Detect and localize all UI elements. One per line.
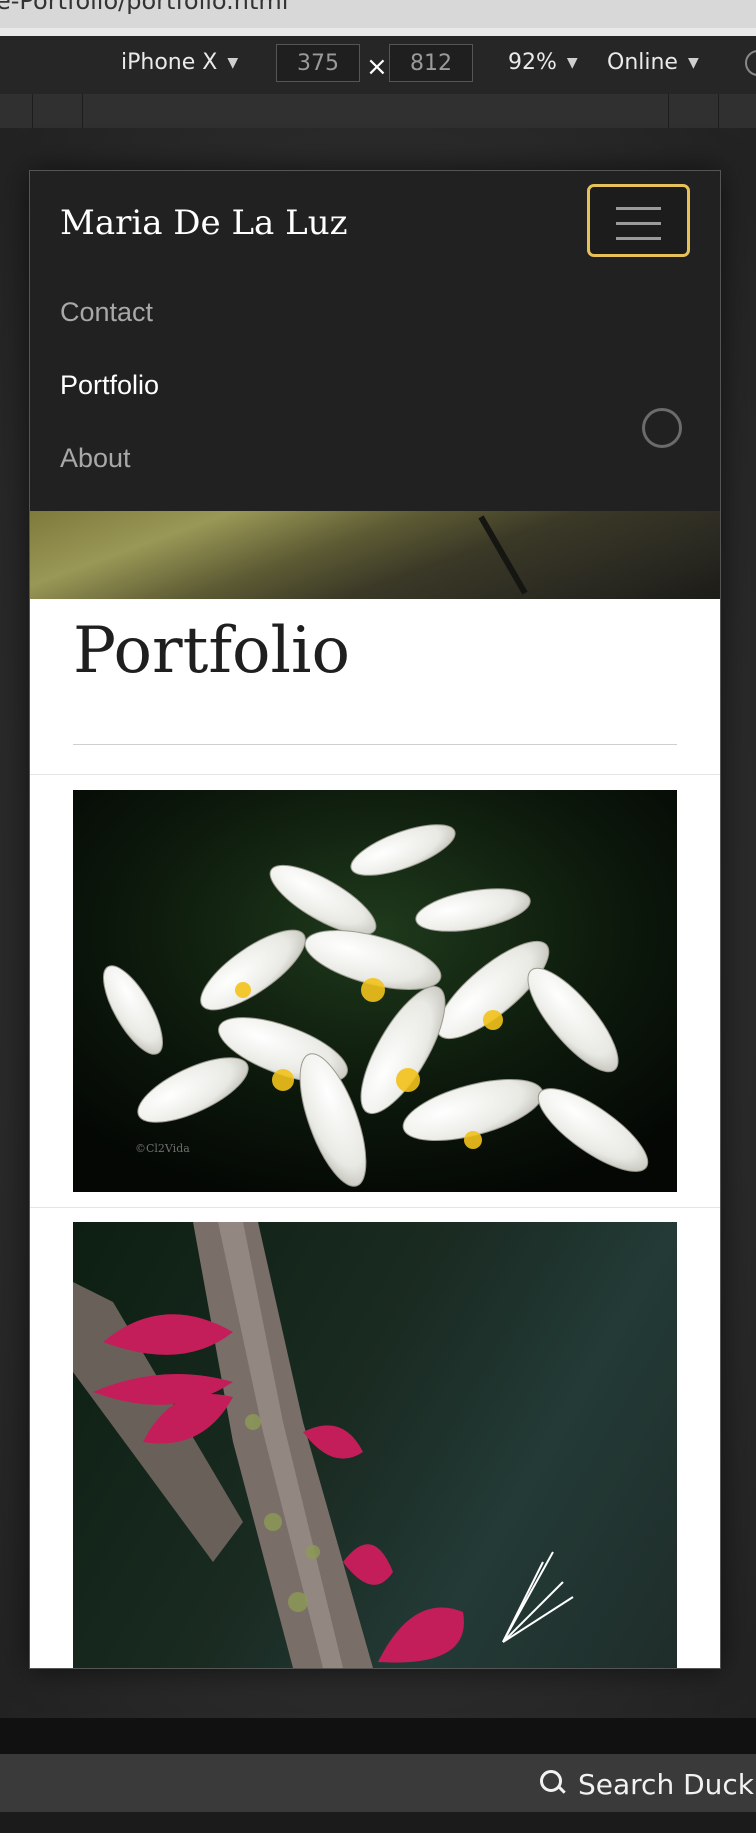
network-select-label: Online	[607, 50, 678, 75]
search-label: Search Duck	[578, 1768, 755, 1801]
url-bar-divider	[0, 28, 756, 36]
url-text: e-Portfolio/portfolio.html	[0, 0, 289, 15]
devtools-bottom-edge	[0, 1718, 756, 1754]
taskbar-strip	[0, 1812, 756, 1833]
menu-toggle-button[interactable]	[587, 184, 690, 257]
page-title: Portfolio	[73, 614, 350, 688]
chevron-down-icon: ▼	[566, 54, 578, 71]
url-bar[interactable]: e-Portfolio/portfolio.html	[0, 0, 756, 28]
media-query-ruler	[0, 94, 756, 128]
network-select[interactable]: Online ▼	[607, 50, 699, 75]
nav-link-portfolio[interactable]: Portfolio	[60, 370, 159, 401]
rotate-icon[interactable]	[745, 50, 756, 76]
viewport-width-input[interactable]: 375	[276, 44, 360, 82]
chevron-down-icon: ▼	[687, 54, 699, 71]
branch-illustration	[73, 1222, 574, 1668]
plumeria-illustration	[73, 790, 677, 1192]
dimension-separator: ×	[366, 52, 388, 82]
header-banner-image	[30, 511, 720, 599]
emulated-viewport: Maria De La Luz Contact Portfolio About …	[29, 170, 721, 1669]
nav-link-about[interactable]: About	[60, 443, 131, 474]
photo-watermark: ©Cl2Vida	[135, 1142, 190, 1155]
nav-link-contact[interactable]: Contact	[60, 297, 153, 328]
search-icon	[540, 1770, 562, 1792]
section-divider	[30, 1207, 720, 1208]
portfolio-image-branch[interactable]	[73, 1222, 677, 1668]
search-field[interactable]: Search Duck	[540, 1768, 754, 1801]
zoom-select-label: 92%	[508, 50, 557, 75]
portfolio-image-plumeria[interactable]: ©Cl2Vida	[73, 790, 677, 1192]
touch-cursor-icon	[642, 408, 682, 448]
site-brand[interactable]: Maria De La Luz	[60, 203, 348, 243]
hamburger-icon	[616, 207, 661, 252]
title-divider	[73, 744, 677, 745]
device-select-label: iPhone X	[121, 50, 218, 75]
device-select[interactable]: iPhone X ▼	[121, 50, 238, 75]
site-navbar: Maria De La Luz Contact Portfolio About	[30, 171, 720, 511]
device-toolbar: iPhone X ▼ 375 × 812 92% ▼ Online ▼	[0, 36, 756, 94]
chevron-down-icon: ▼	[227, 54, 239, 71]
zoom-select[interactable]: 92% ▼	[508, 50, 578, 75]
section-divider	[30, 774, 720, 775]
viewport-height-input[interactable]: 812	[389, 44, 473, 82]
